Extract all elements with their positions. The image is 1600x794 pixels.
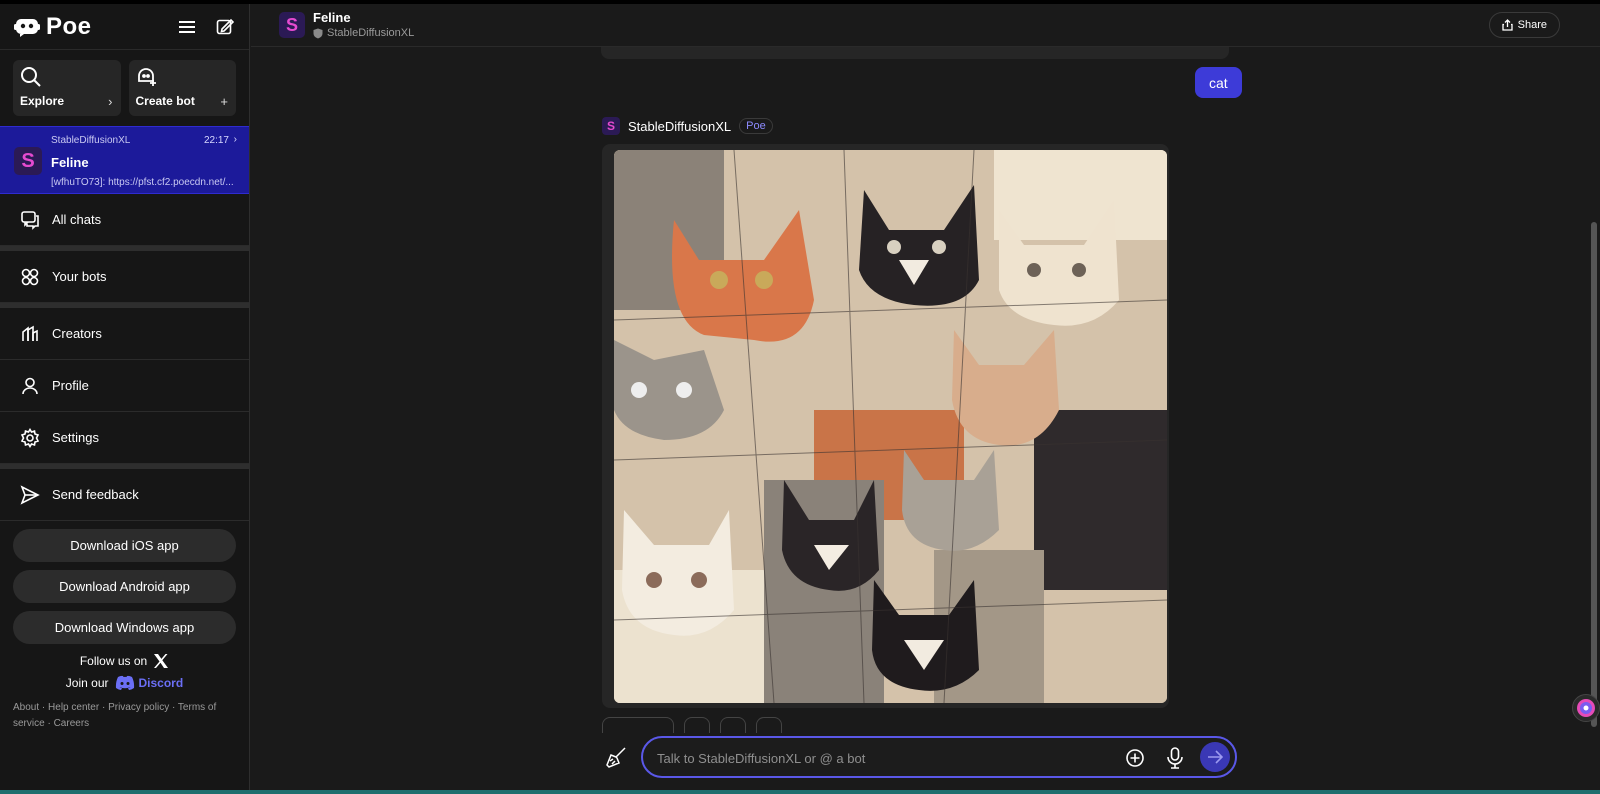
discord-link[interactable]: Discord (115, 675, 184, 690)
nav-creators[interactable]: Creators (0, 308, 249, 360)
generated-cat-image[interactable] (614, 150, 1167, 703)
chat-header: S Feline StableDiffusionXL Share (251, 4, 1600, 47)
chat-subtitle[interactable]: StableDiffusionXL (313, 27, 414, 39)
share-label: Share (1517, 19, 1547, 31)
footer-about[interactable]: About (13, 702, 39, 713)
chat-area: cat S StableDiffusionXL Poe (251, 47, 1600, 752)
follow-label: Follow us on (79, 654, 148, 668)
nav-your-bots[interactable]: Your bots (0, 251, 249, 303)
plus-icon: + (220, 94, 228, 109)
send-icon (20, 484, 40, 505)
message-input[interactable] (657, 748, 1097, 768)
action-button[interactable] (756, 717, 782, 733)
nav-all-chats[interactable]: All chats (0, 194, 249, 246)
chat-title: Feline (313, 10, 351, 25)
nav-profile[interactable]: Profile (0, 360, 249, 412)
scrollbar[interactable] (1588, 47, 1600, 752)
scrollbar-thumb[interactable] (1591, 222, 1597, 727)
menu-icon[interactable] (177, 17, 197, 37)
join-row: Join our Discord (0, 675, 249, 690)
user-message: cat (1195, 67, 1242, 98)
profile-icon (22, 377, 38, 394)
chat-title: Feline (51, 155, 89, 170)
assistant-extension-icon[interactable] (1572, 694, 1600, 722)
create-bot-button[interactable]: Create bot + (128, 60, 236, 116)
x-logo-icon[interactable] (153, 653, 169, 669)
creators-icon (22, 325, 38, 341)
previous-message (601, 47, 1229, 59)
join-label: Join our (65, 675, 109, 690)
bot-badge: Poe (739, 118, 773, 134)
discord-label: Discord (138, 675, 184, 690)
chevron-right-icon: › (233, 134, 237, 145)
gear-icon (20, 427, 40, 448)
share-icon (1501, 19, 1513, 31)
chat-list-item-active[interactable]: S StableDiffusionXL 22:17 › Feline [wfhu… (0, 126, 249, 194)
follow-row: Follow us on (0, 653, 249, 669)
chat-subtitle-text: StableDiffusionXL (327, 27, 415, 39)
nav-profile-label: Profile (52, 378, 89, 393)
nav-send-feedback-label: Send feedback (52, 487, 139, 502)
action-button[interactable] (720, 717, 746, 733)
bot-image-message (602, 144, 1169, 708)
arrow-right-icon (1208, 750, 1223, 764)
poe-logo[interactable]: Poe (14, 13, 92, 41)
chevron-right-icon: › (108, 94, 113, 109)
message-actions (602, 717, 782, 733)
action-button[interactable] (684, 717, 710, 733)
bot-avatar[interactable]: S (602, 117, 620, 135)
brain-icon (1577, 699, 1595, 717)
footer-links: About · Help center · Privacy policy · T… (13, 702, 217, 729)
nav-settings[interactable]: Settings (0, 412, 249, 464)
shield-icon (313, 28, 323, 38)
footer-privacy[interactable]: Privacy policy (108, 702, 169, 713)
footer-help[interactable]: Help center (48, 702, 99, 713)
chat-preview: [wfhuTO73]: https://pfst.cf2.poecdn.net/… (51, 177, 234, 188)
search-icon (21, 67, 41, 87)
bots-icon (21, 268, 39, 285)
send-button[interactable] (1200, 742, 1230, 772)
bot-avatar: S (14, 147, 42, 175)
nav-your-bots-label: Your bots (52, 269, 107, 284)
chat-bot-name: StableDiffusionXL (51, 135, 131, 146)
action-button[interactable] (602, 717, 674, 733)
broom-icon[interactable] (605, 746, 627, 768)
microphone-icon[interactable] (1165, 747, 1185, 769)
app-name: Poe (46, 12, 92, 40)
chat-time: 22:17 (203, 135, 229, 146)
bot-name[interactable]: StableDiffusionXL (628, 119, 731, 134)
window-bottom-edge (0, 790, 1600, 794)
nav-creators-label: Creators (52, 326, 102, 341)
download-ios-button[interactable]: Download iOS app (13, 529, 236, 562)
add-attachment-icon[interactable] (1125, 748, 1145, 768)
create-bot-icon (137, 68, 156, 86)
download-windows-button[interactable]: Download Windows app (13, 611, 236, 644)
cat-pattern-image (614, 150, 1167, 703)
nav-all-chats-label: All chats (52, 212, 102, 227)
explore-button[interactable]: Explore › (13, 60, 121, 116)
nav-settings-label: Settings (52, 430, 99, 445)
message-input-wrapper (641, 736, 1237, 778)
share-button[interactable]: Share (1488, 12, 1560, 38)
sidebar: Poe Explore › Create bot + S StableDiffu… (0, 4, 250, 794)
composer (601, 736, 1237, 780)
poe-logo-icon (14, 18, 40, 37)
new-chat-icon[interactable] (215, 17, 235, 37)
footer-careers[interactable]: Careers (54, 718, 90, 729)
create-bot-label: Create bot (135, 94, 195, 108)
sidebar-header: Poe (0, 4, 249, 50)
download-android-button[interactable]: Download Android app (13, 570, 236, 603)
discord-icon (115, 675, 134, 690)
chats-icon (21, 210, 39, 230)
nav-send-feedback[interactable]: Send feedback (0, 469, 249, 521)
bot-avatar[interactable]: S (279, 12, 305, 38)
bot-message-header: S StableDiffusionXL Poe (602, 117, 773, 135)
explore-label: Explore (20, 94, 65, 108)
